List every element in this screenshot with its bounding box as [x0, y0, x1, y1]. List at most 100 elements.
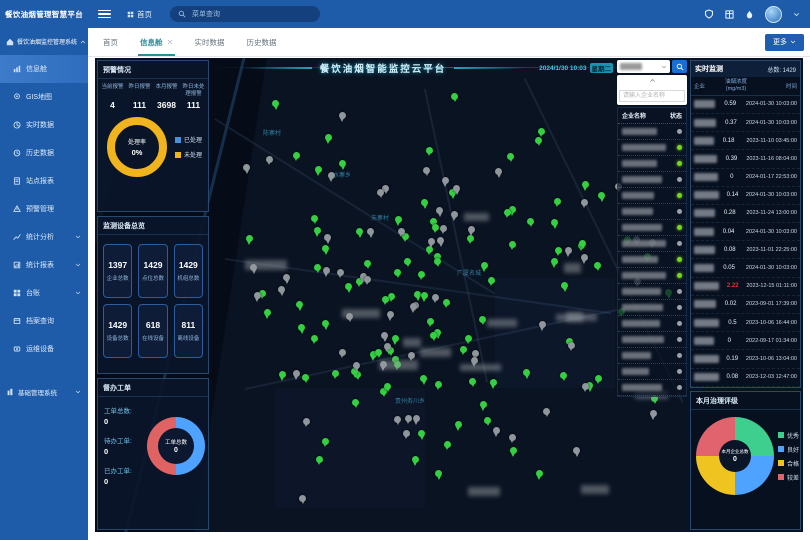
map-pin[interactable]	[560, 372, 567, 379]
more-button[interactable]: 更多	[765, 34, 804, 51]
map-pin[interactable]	[581, 254, 588, 261]
collapse-strip[interactable]	[619, 76, 685, 84]
map-pin[interactable]	[426, 147, 433, 154]
map-pin[interactable]	[296, 301, 303, 308]
map-pin[interactable]	[430, 332, 437, 339]
map-pin[interactable]	[594, 262, 601, 269]
map-pin[interactable]	[581, 199, 588, 206]
map-pin[interactable]	[565, 247, 572, 254]
map-pin[interactable]	[440, 225, 447, 232]
map-pin[interactable]	[427, 318, 434, 325]
company-row[interactable]	[618, 124, 686, 140]
map-pin[interactable]	[443, 299, 450, 306]
map-pin[interactable]	[555, 247, 562, 254]
map-pin[interactable]	[467, 235, 474, 242]
company-row[interactable]	[618, 188, 686, 204]
map-pin[interactable]	[444, 441, 451, 448]
map-pin[interactable]	[527, 218, 534, 225]
close-icon[interactable]	[167, 39, 173, 45]
map-pin[interactable]	[434, 258, 441, 265]
map-pin[interactable]	[398, 228, 405, 235]
map-pin[interactable]	[428, 238, 435, 245]
map-pin[interactable]	[322, 438, 329, 445]
map-pin[interactable]	[568, 342, 575, 349]
map-pin[interactable]	[536, 470, 543, 477]
realtime-row[interactable]: 0.52023-10-06 16:44:00	[691, 314, 800, 332]
sidebar-item-base-system[interactable]: 基础管理系统	[0, 379, 88, 405]
map-pin[interactable]	[509, 241, 516, 248]
map-pin[interactable]	[582, 181, 589, 188]
map-pin[interactable]	[421, 199, 428, 206]
map-pin[interactable]	[405, 415, 412, 422]
map-pin[interactable]	[403, 430, 410, 437]
sidebar-system-header[interactable]: 餐饮油烟监控管理系统	[0, 28, 88, 55]
map-pin[interactable]	[311, 215, 318, 222]
map-pin[interactable]	[311, 335, 318, 342]
map-pin[interactable]	[322, 245, 329, 252]
company-row[interactable]	[618, 204, 686, 220]
sidebar-item-2[interactable]: 实时数据	[0, 111, 88, 139]
map-pin[interactable]	[551, 258, 558, 265]
map-pin[interactable]	[314, 264, 321, 271]
map-pin[interactable]	[328, 172, 335, 179]
realtime-row[interactable]: 02024-01-17 22:53:00	[691, 169, 800, 187]
map-pin[interactable]	[356, 228, 363, 235]
map-pin[interactable]	[509, 434, 516, 441]
sidebar-item-10[interactable]: 运维设备	[0, 335, 88, 363]
map-pin[interactable]	[460, 346, 467, 353]
map-pin[interactable]	[339, 160, 346, 167]
map-pin[interactable]	[392, 335, 399, 342]
company-row[interactable]	[618, 316, 686, 332]
company-row[interactable]	[618, 300, 686, 316]
chevron-down-icon[interactable]	[793, 11, 800, 18]
shield-icon[interactable]	[704, 9, 714, 19]
sidebar-item-0[interactable]: 信息舱	[0, 55, 88, 83]
map-pin[interactable]	[418, 271, 425, 278]
realtime-row[interactable]: 0.082023-11-01 22:25:00	[691, 241, 800, 259]
map-pin[interactable]	[481, 262, 488, 269]
map-pin[interactable]	[408, 352, 415, 359]
sidebar-item-6[interactable]: 统计分析	[0, 223, 88, 251]
realtime-row[interactable]: 0.372024-01-30 10:03:00	[691, 114, 800, 132]
avatar[interactable]	[765, 6, 782, 23]
map-pin[interactable]	[573, 447, 580, 454]
map-pin[interactable]	[279, 371, 286, 378]
map-pin[interactable]	[353, 362, 360, 369]
company-row[interactable]	[618, 252, 686, 268]
company-row[interactable]	[618, 348, 686, 364]
map-pin[interactable]	[579, 240, 586, 247]
realtime-row[interactable]: 0.192023-10-06 13:04:00	[691, 350, 800, 368]
realtime-row[interactable]: 0.022023-09-01 17:39:00	[691, 296, 800, 314]
menu-toggle-icon[interactable]	[98, 8, 111, 21]
map-pin[interactable]	[484, 417, 491, 424]
tab-2[interactable]: 实时数据	[184, 28, 236, 56]
map-pin[interactable]	[381, 332, 388, 339]
realtime-row[interactable]: 0.392023-11-16 08:04:00	[691, 150, 800, 168]
map-pin[interactable]	[254, 292, 261, 299]
map-pin[interactable]	[264, 309, 271, 316]
breadcrumb[interactable]: 首页	[127, 9, 152, 20]
map-pin[interactable]	[480, 401, 487, 408]
sidebar-item-1[interactable]: GIS地图	[0, 83, 88, 111]
map-pin[interactable]	[455, 421, 462, 428]
map-pin[interactable]	[246, 235, 253, 242]
realtime-row[interactable]: 0.042024-01-30 10:03:00	[691, 223, 800, 241]
company-row[interactable]	[618, 364, 686, 380]
map-pin[interactable]	[266, 156, 273, 163]
map-pin[interactable]	[435, 470, 442, 477]
map-pin[interactable]	[554, 198, 561, 205]
map-pin[interactable]	[423, 167, 430, 174]
map-pin[interactable]	[595, 375, 602, 382]
map-pin[interactable]	[535, 137, 542, 144]
map-pin[interactable]	[465, 335, 472, 342]
map-pin[interactable]	[650, 410, 657, 417]
map-pin[interactable]	[479, 316, 486, 323]
company-name-input[interactable]	[619, 90, 685, 102]
realtime-row[interactable]: 0.182023-11-10 03:45:00	[691, 132, 800, 150]
map-pin[interactable]	[469, 378, 476, 385]
map-pin[interactable]	[432, 224, 439, 231]
sidebar-item-3[interactable]: 历史数据	[0, 139, 88, 167]
map-pin[interactable]	[493, 427, 500, 434]
map-pin[interactable]	[337, 269, 344, 276]
realtime-row[interactable]: 0.052024-01-30 10:03:00	[691, 259, 800, 277]
